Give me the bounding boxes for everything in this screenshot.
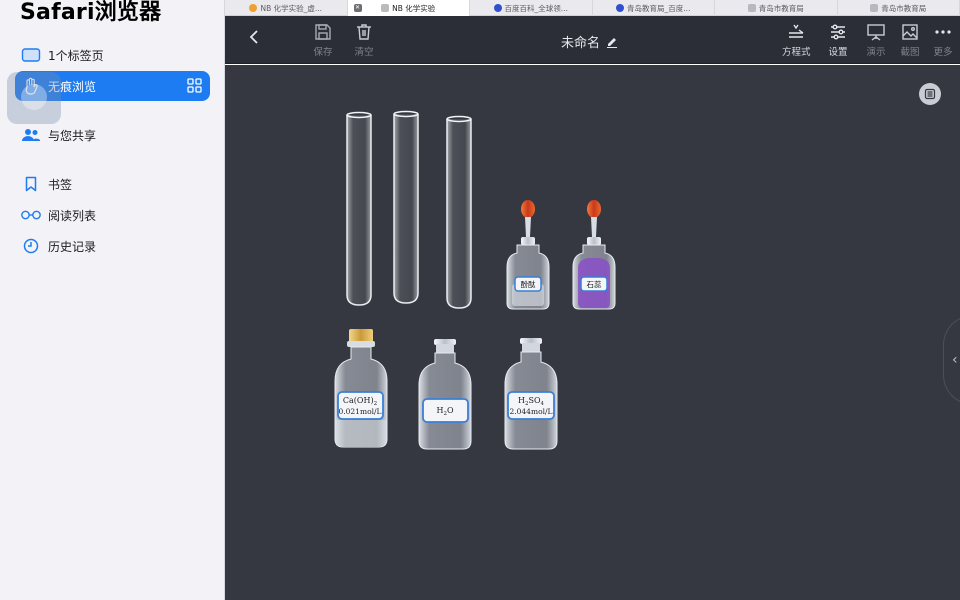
equation-arrow-icon bbox=[789, 24, 804, 38]
save-icon bbox=[315, 24, 331, 40]
browser-tab[interactable]: NB 化学实验_虚... bbox=[225, 0, 348, 16]
tab-label: 青岛市教育局 bbox=[758, 3, 804, 13]
browser-tab[interactable]: 青岛教育局_百度... bbox=[593, 0, 715, 16]
site-favicon-icon bbox=[381, 4, 390, 12]
image-icon bbox=[902, 24, 918, 40]
sidebar-item-bookmarks[interactable]: 书签 bbox=[15, 169, 210, 199]
dropper-bottle[interactable]: 石蕊 bbox=[572, 200, 616, 310]
screenshot-label: 截图 bbox=[900, 47, 920, 58]
sidebar-item-label: 历史记录 bbox=[48, 239, 97, 254]
sidebar: Safari浏览器 1个标签页 无痕浏览 与您共享 书签 阅读列表 历史记录 bbox=[0, 0, 225, 600]
tab-label: NB 化学实验 bbox=[392, 3, 436, 13]
reagent-bottle[interactable]: H2SO4 2.044mol/L bbox=[504, 338, 558, 450]
dropper-bottle-label: 石蕊 bbox=[587, 279, 602, 289]
screenshot-button[interactable]: 截图 bbox=[900, 22, 920, 58]
touch-indicator bbox=[7, 72, 61, 124]
app-toolbar: 保存 清空 未命名 方程式 设置 演示 截图 更多 bbox=[225, 16, 960, 64]
reagent-concentration: 2.044mol/L bbox=[509, 407, 552, 416]
bookmark-icon bbox=[20, 173, 42, 195]
settings-button[interactable]: 设置 bbox=[828, 22, 848, 58]
pencil-icon bbox=[607, 37, 618, 48]
save-button[interactable]: 保存 bbox=[313, 22, 333, 58]
tab-overview-grid-icon[interactable] bbox=[187, 78, 202, 96]
more-label: 更多 bbox=[933, 47, 953, 58]
sidebar-item-label: 与您共享 bbox=[48, 128, 97, 143]
browser-tab[interactable]: 青岛市教育局 bbox=[715, 0, 838, 16]
site-favicon-icon bbox=[870, 4, 879, 12]
settings-label: 设置 bbox=[828, 47, 848, 58]
sidebar-item-label: 1个标签页 bbox=[48, 48, 104, 63]
browser-tab[interactable]: 青岛市教育局 bbox=[838, 0, 960, 16]
clear-button[interactable]: 清空 bbox=[354, 22, 374, 58]
baidu-paw-icon bbox=[493, 4, 502, 12]
baidu-paw-icon bbox=[616, 4, 625, 12]
sidebar-item-history[interactable]: 历史记录 bbox=[15, 231, 210, 261]
sidebar-item-shared[interactable]: 与您共享 bbox=[15, 120, 210, 150]
save-label: 保存 bbox=[313, 47, 333, 58]
sidebar-item-label: 书签 bbox=[48, 177, 73, 192]
more-button[interactable]: 更多 bbox=[933, 22, 953, 58]
ellipsis-icon bbox=[935, 30, 951, 34]
equation-button[interactable]: 方程式 bbox=[782, 22, 811, 58]
chevron-left-icon bbox=[249, 30, 258, 44]
site-favicon-icon bbox=[249, 4, 258, 12]
sidebar-item-label: 阅读列表 bbox=[48, 208, 97, 223]
clear-label: 清空 bbox=[354, 47, 374, 58]
present-button[interactable]: 演示 bbox=[866, 22, 886, 58]
glasses-icon bbox=[20, 204, 42, 226]
chevron-left-icon: ‹ bbox=[952, 352, 958, 368]
clock-icon bbox=[20, 235, 42, 257]
list-toggle-button[interactable] bbox=[919, 83, 941, 105]
tab-label: 青岛市教育局 bbox=[881, 3, 927, 13]
shared-with-you-icon bbox=[20, 124, 42, 146]
tab-label: NB 化学实验_虚... bbox=[260, 3, 323, 13]
browser-tab-active[interactable]: ✕ NB 化学实验 bbox=[347, 0, 470, 16]
reagent-bottle[interactable]: Ca(OH)2 0.021mol/L bbox=[334, 329, 388, 448]
test-tube[interactable] bbox=[393, 110, 419, 304]
document-title-text: 未命名 bbox=[561, 36, 601, 51]
present-label: 演示 bbox=[866, 47, 886, 58]
test-tube[interactable] bbox=[446, 115, 472, 309]
experiment-canvas[interactable]: 酚酞 石蕊 Ca(OH)2 0.021mol/L H2O H2SO4 2.044… bbox=[225, 65, 960, 600]
presentation-board-icon bbox=[867, 24, 885, 41]
close-tab-icon[interactable]: ✕ bbox=[353, 4, 362, 12]
tabs-icon bbox=[20, 44, 42, 66]
list-icon bbox=[924, 88, 936, 100]
dropper-bottle[interactable]: 酚酞 bbox=[506, 200, 550, 310]
dropper-bottle-label: 酚酞 bbox=[521, 279, 536, 289]
reagent-bottle[interactable]: H2O bbox=[418, 339, 472, 450]
trash-icon bbox=[357, 24, 371, 40]
sidebar-item-reading-list[interactable]: 阅读列表 bbox=[15, 200, 210, 230]
site-favicon-icon bbox=[747, 4, 756, 12]
tab-label: 百度百科_全球领... bbox=[504, 3, 568, 13]
sliders-icon bbox=[831, 24, 845, 40]
document-title[interactable]: 未命名 bbox=[561, 32, 618, 51]
tab-bar: NB 化学实验_虚... ✕ NB 化学实验 百度百科_全球领... 青岛教育局… bbox=[225, 0, 960, 16]
tab-label: 青岛教育局_百度... bbox=[627, 3, 691, 13]
back-button[interactable] bbox=[247, 28, 261, 48]
reagent-concentration: 0.021mol/L bbox=[338, 407, 381, 416]
sidebar-title: Safari浏览器 bbox=[20, 0, 162, 25]
browser-tab[interactable]: 百度百科_全球领... bbox=[470, 0, 593, 16]
test-tube[interactable] bbox=[346, 111, 372, 306]
sidebar-item-tabs[interactable]: 1个标签页 bbox=[15, 40, 210, 70]
equation-label: 方程式 bbox=[782, 47, 811, 58]
